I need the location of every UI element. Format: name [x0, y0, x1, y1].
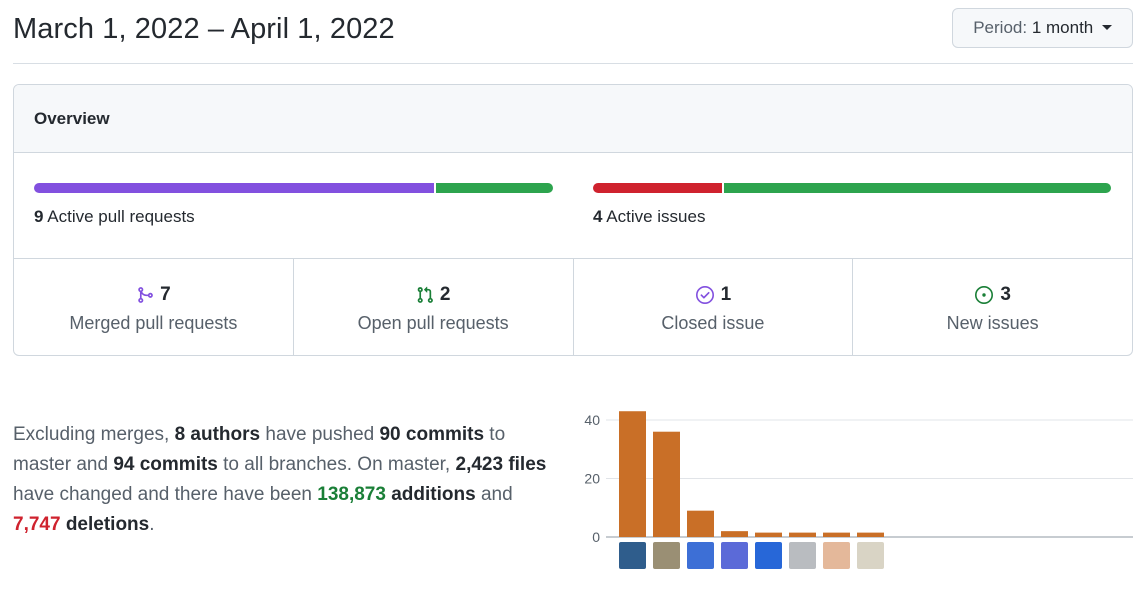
contributor-avatar	[687, 542, 714, 569]
merged-pull-requests-label: Merged pull requests	[69, 313, 238, 333]
chart-bar	[789, 532, 816, 537]
stat-closed-issues[interactable]: 1 Closed issue	[574, 259, 854, 355]
closed-issues-label: Closed issue	[661, 313, 765, 333]
issue-opened-icon	[974, 285, 994, 305]
pull-requests-progress-bar	[34, 183, 553, 193]
commit-summary-text: Excluding merges, 8 authors have pushed …	[13, 420, 561, 540]
contributor-avatar	[755, 542, 782, 569]
report-header: March 1, 2022 – April 1, 2022 Period: 1 …	[13, 0, 1133, 64]
pull-requests-summary[interactable]: 9 Active pull requests	[34, 183, 553, 227]
closed-issues-value: 1	[720, 284, 732, 305]
y-tick-label: 20	[584, 471, 600, 487]
contributor-avatar	[619, 542, 646, 569]
contributor-avatar	[653, 542, 680, 569]
issues-progress-bar	[593, 183, 1111, 193]
active-pull-requests-label: Active pull requests	[47, 207, 195, 226]
master-commits-count: 90 commits	[379, 424, 485, 445]
chart-bar	[755, 532, 782, 537]
git-merge-icon	[136, 286, 154, 304]
issues-summary[interactable]: 4 Active issues	[593, 183, 1111, 227]
contributor-avatar	[721, 542, 748, 569]
open-prs-segment	[436, 183, 553, 193]
contributor-avatar	[823, 542, 850, 569]
active-pull-requests-count: 9	[34, 207, 44, 226]
chart-bar	[857, 532, 884, 537]
new-issues-segment	[724, 183, 1111, 193]
git-pull-request-icon	[416, 286, 434, 304]
new-issues-value: 3	[1000, 284, 1011, 305]
date-range-title: March 1, 2022 – April 1, 2022	[13, 13, 395, 45]
chart-bar	[619, 411, 646, 537]
summary-text: to all branches. On master,	[217, 454, 456, 475]
overview-bars: 9 Active pull requests 4 Active issues	[14, 153, 1132, 259]
y-tick-label: 40	[584, 412, 600, 428]
merged-pull-requests-value: 7	[160, 284, 171, 305]
summary-text: and	[475, 484, 513, 505]
stat-new-issues[interactable]: 3 New issues	[853, 259, 1132, 355]
new-issues-label: New issues	[946, 313, 1039, 333]
period-value: 1 month	[1031, 18, 1094, 37]
authors-count: 8 authors	[174, 424, 261, 445]
contributor-avatar	[789, 542, 816, 569]
summary-text: have pushed	[260, 424, 380, 445]
open-pull-requests-value: 2	[439, 284, 451, 305]
deletions-word: deletions	[60, 514, 150, 535]
y-tick-label: 0	[592, 529, 600, 545]
active-pull-requests-caption: 9 Active pull requests	[34, 207, 553, 227]
chart-bar	[653, 431, 680, 537]
overview-stats: 7 Merged pull requests 2 Open pull reque…	[14, 259, 1132, 355]
active-issues-caption: 4 Active issues	[593, 207, 1111, 227]
all-branch-commits-count: 94 commits	[113, 454, 218, 475]
files-changed-count: 2,423 files	[455, 454, 547, 475]
summary-text: have changed and there have been	[13, 484, 318, 505]
contributor-avatar	[857, 542, 884, 569]
chart-bar	[823, 532, 850, 537]
issue-closed-icon	[695, 285, 715, 305]
caret-down-icon	[1102, 25, 1112, 31]
summary-text: .	[149, 514, 155, 535]
period-dropdown-button[interactable]: Period: 1 month	[952, 8, 1133, 48]
chart-bar	[721, 531, 748, 537]
additions-word: additions	[385, 484, 476, 505]
period-label: Period:	[973, 18, 1028, 37]
stat-open-pull-requests[interactable]: 2 Open pull requests	[294, 259, 574, 355]
active-issues-count: 4	[593, 207, 603, 226]
chart-bar	[687, 510, 714, 537]
contributors-commit-chart: 0 20 40	[584, 411, 1133, 569]
stat-merged-pull-requests[interactable]: 7 Merged pull requests	[14, 259, 294, 355]
closed-issues-segment	[593, 183, 722, 193]
summary-text: Excluding merges,	[13, 424, 175, 445]
deletions-count: 7,747	[13, 514, 61, 535]
additions-count: 138,873	[317, 484, 386, 505]
merged-prs-segment	[34, 183, 435, 193]
active-issues-label: Active issues	[606, 207, 706, 226]
overview-box: Overview 9 Active pull requests 4 Active…	[13, 84, 1133, 356]
open-pull-requests-label: Open pull requests	[357, 313, 509, 333]
overview-title: Overview	[14, 85, 1132, 153]
